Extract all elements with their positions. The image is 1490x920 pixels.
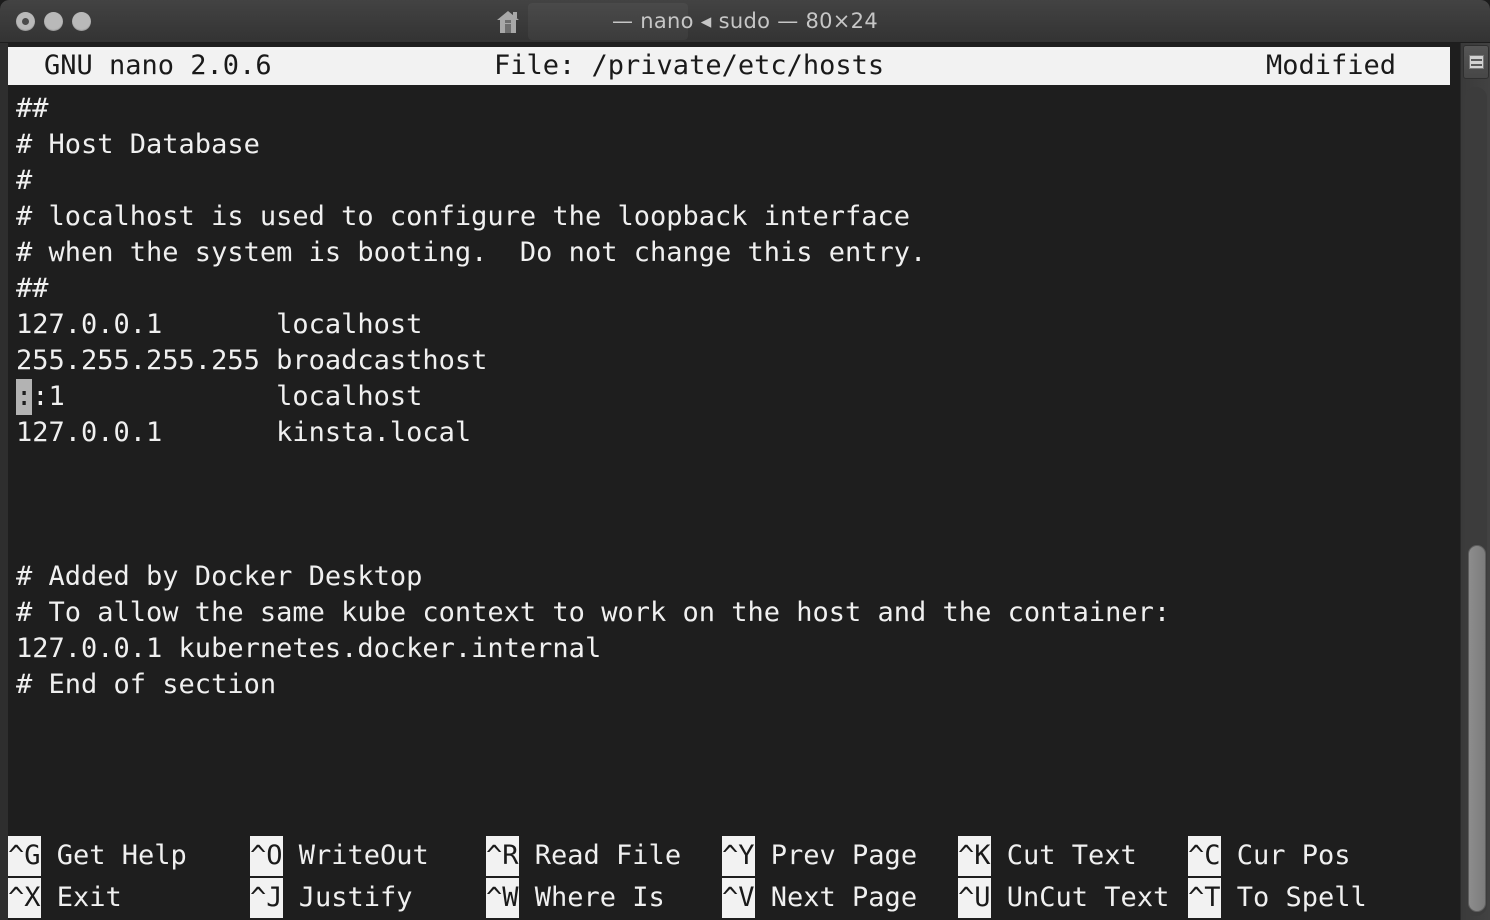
nano-filename: File: /private/etc/hosts [494,47,884,85]
shortcut-label: Read File [519,840,682,871]
editor-line: # localhost is used to configure the loo… [16,199,910,235]
shortcut-label: UnCut Text [991,882,1170,913]
vertical-scrollbar[interactable] [1460,43,1490,920]
window-titlebar[interactable]: — nano ◂ sudo — 80×24 [0,0,1490,43]
scrollbar-track[interactable] [1465,87,1487,916]
shortcut-label: Justify [283,882,413,913]
minimize-button[interactable] [44,12,63,31]
shortcut-ctrl-x[interactable]: ^X Exit [8,878,122,920]
editor-line: ::1 localhost [16,379,422,415]
zoom-button[interactable] [72,12,91,31]
shortcut-ctrl-j[interactable]: ^J Justify [250,878,413,920]
editor-line: 127.0.0.1 localhost [16,307,422,343]
shortcut-label: WriteOut [283,840,429,871]
editor-line: # To allow the same kube context to work… [16,595,1170,631]
window-title: — nano ◂ sudo — 80×24 [0,0,1490,43]
shortcut-label: Cut Text [991,840,1137,871]
editor-line: # [16,163,32,199]
shortcut-ctrl-o[interactable]: ^O WriteOut [250,836,429,878]
editor-line: # End of section [16,667,276,703]
scrollbar-thumb[interactable] [1468,545,1486,912]
shortcut-ctrl-c[interactable]: ^C Cur Pos [1188,836,1351,878]
shortcut-key: ^O [250,836,283,876]
shortcut-label: Next Page [755,882,918,913]
editor-line: 255.255.255.255 broadcasthost [16,343,487,379]
shortcut-ctrl-v[interactable]: ^V Next Page [722,878,917,920]
nano-modified-status: Modified [1266,47,1396,85]
editor-line: # when the system is booting. Do not cha… [16,235,926,271]
shortcut-ctrl-y[interactable]: ^Y Prev Page [722,836,917,878]
terminal-window: — nano ◂ sudo — 80×24 GNU nano 2.0.6 Fil… [0,0,1490,920]
shortcut-key: ^W [486,878,519,918]
shortcut-key: ^V [722,878,755,918]
shortcut-key: ^X [8,878,41,918]
shortcut-row-2: ^X Exit ^J Justify ^W Where Is ^V Next Page… [8,878,1450,920]
shortcut-ctrl-w[interactable]: ^W Where Is [486,878,665,920]
text-cursor: : [16,379,32,415]
editor-text-area[interactable]: ### Host Database## localhost is used to… [8,91,1450,831]
shortcut-key: ^C [1188,836,1221,876]
shortcut-ctrl-u[interactable]: ^U UnCut Text [958,878,1169,920]
window-controls [16,12,91,31]
shortcut-ctrl-r[interactable]: ^R Read File [486,836,681,878]
shortcut-label: Where Is [519,882,665,913]
editor-line: ## [16,271,49,307]
shortcut-ctrl-k[interactable]: ^K Cut Text [958,836,1137,878]
shortcut-key: ^U [958,878,991,918]
shortcut-label: Get Help [41,840,187,871]
shortcut-ctrl-t[interactable]: ^T To Spell [1188,878,1367,920]
nano-version: GNU nano 2.0.6 [44,47,272,85]
shortcut-ctrl-g[interactable]: ^G Get Help [8,836,187,878]
shortcut-label: Prev Page [755,840,918,871]
nano-shortcut-bar: ^G Get Help ^O WriteOut ^R Read File ^Y Pre… [8,836,1450,920]
nano-header-bar: GNU nano 2.0.6 File: /private/etc/hosts … [8,47,1450,85]
shortcut-label: To Spell [1221,882,1367,913]
terminal-body[interactable]: GNU nano 2.0.6 File: /private/etc/hosts … [0,43,1490,920]
shortcut-label: Exit [41,882,122,913]
terminal-screen: GNU nano 2.0.6 File: /private/etc/hosts … [8,43,1458,920]
editor-line: 127.0.0.1 kubernetes.docker.internal [16,631,601,667]
shortcut-key: ^J [250,878,283,918]
title-hover-region[interactable] [528,3,688,40]
editor-line: # Host Database [16,127,260,163]
close-button[interactable] [16,12,35,31]
shortcut-key: ^R [486,836,519,876]
shortcut-key: ^Y [722,836,755,876]
editor-line: # Added by Docker Desktop [16,559,422,595]
editor-line: 127.0.0.1 kinsta.local [16,415,471,451]
house-icon[interactable] [495,8,521,36]
shortcut-label: Cur Pos [1221,840,1351,871]
editor-line: ## [16,91,49,127]
shortcut-key: ^T [1188,878,1221,918]
shortcut-key: ^G [8,836,41,876]
lines-icon[interactable] [1463,45,1489,79]
shortcut-row-1: ^G Get Help ^O WriteOut ^R Read File ^Y Pre… [8,836,1450,878]
shortcut-key: ^K [958,836,991,876]
